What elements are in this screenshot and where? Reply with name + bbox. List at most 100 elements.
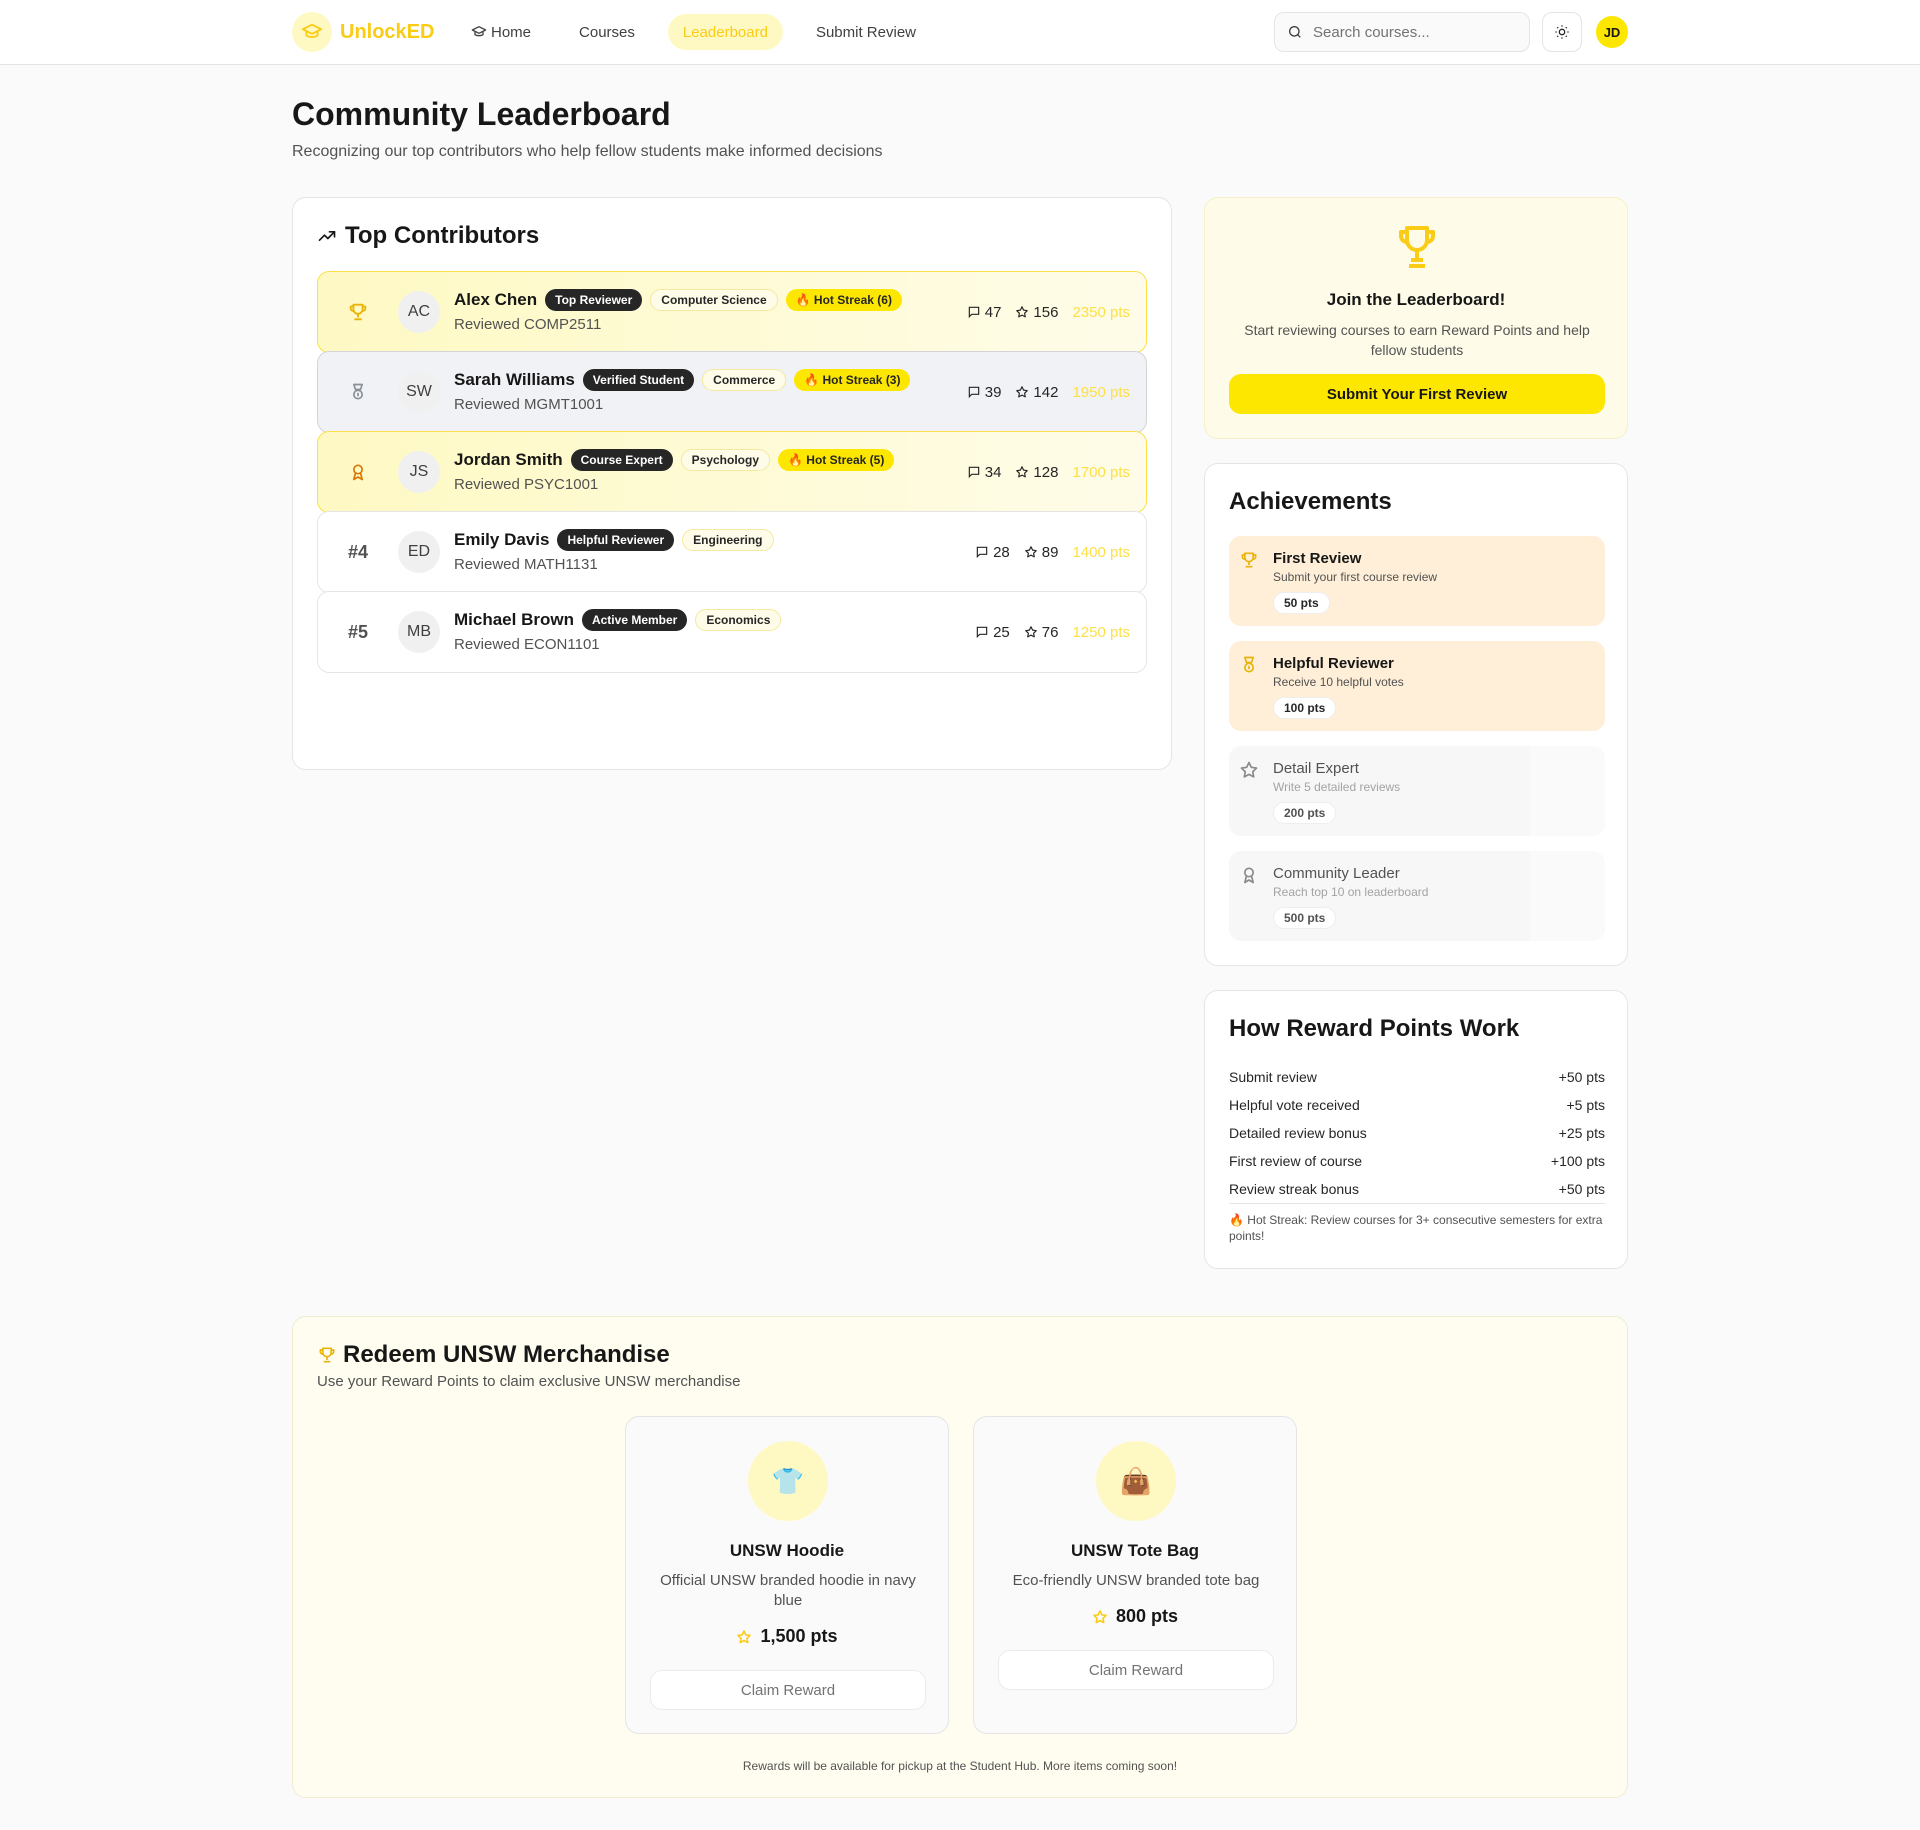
contributor-name: Jordan Smith: [454, 450, 563, 469]
product-description: Official UNSW branded hoodie in navy blu…: [660, 1572, 916, 1609]
comment-icon: [976, 626, 988, 639]
product-card: 👕 UNSW Hoodie Official UNSW branded hood…: [625, 1416, 949, 1734]
role-badge: Course Expert: [570, 449, 673, 471]
points-total: 2350 pts: [1072, 303, 1130, 321]
award-icon: [353, 464, 363, 481]
search-box: [1274, 12, 1530, 52]
theme-toggle-button[interactable]: [1542, 12, 1582, 52]
star-icon: [1024, 626, 1037, 638]
merchandise-title: Redeem UNSW Merchandise: [343, 1341, 670, 1368]
achievement-desc: Receive 10 helpful votes: [1273, 675, 1404, 689]
reviewed-course: Reviewed MGMT1001: [454, 396, 604, 413]
top-contributors-title: Top Contributors: [345, 222, 540, 249]
role-badge: Top Reviewer: [545, 289, 643, 311]
review-count: 47: [967, 304, 1001, 321]
hot-streak-badge: 🔥 Hot Streak (6): [785, 289, 902, 311]
rank-indicator: [318, 272, 398, 352]
faculty-badge: Commerce: [702, 369, 787, 391]
leaderboard-row[interactable]: #5 MB Michael Brown Active Member Econom…: [317, 591, 1147, 673]
faculty-badge: Engineering: [682, 529, 774, 551]
nav-leaderboard[interactable]: Leaderboard: [667, 14, 783, 50]
product-price: 1,500 pts: [626, 1626, 948, 1647]
top-contributors-heading: Top Contributors: [317, 222, 539, 250]
claim-reward-button[interactable]: Claim Reward: [650, 1670, 926, 1710]
star-icon: [1093, 1609, 1107, 1623]
helpful-votes: 89: [1024, 544, 1058, 561]
avatar: JS: [398, 451, 440, 493]
graduation-cap-icon: [471, 26, 487, 37]
achievement-points: 50 pts: [1273, 592, 1330, 614]
brand-name: UnlockED: [340, 20, 435, 43]
claim-reward-button[interactable]: Claim Reward: [998, 1650, 1274, 1690]
trophy-icon: [1393, 222, 1441, 279]
avatar: AC: [398, 291, 440, 333]
hot-streak-note: 🔥 Hot Streak: Review courses for 3+ cons…: [1229, 1213, 1603, 1243]
reviewed-course: Reviewed ECON1101: [454, 636, 600, 653]
leaderboard-row[interactable]: SW Sarah Williams Verified Student Comme…: [317, 351, 1147, 433]
medal-icon: [1244, 656, 1254, 673]
star-icon: [1240, 761, 1258, 778]
helpful-votes: 156: [1015, 304, 1058, 321]
trophy-icon: [349, 303, 367, 321]
faculty-badge: Psychology: [680, 449, 771, 471]
divider: [1229, 1203, 1605, 1204]
achievement-points: 500 pts: [1273, 907, 1337, 929]
reviewed-course: Reviewed COMP2511: [454, 316, 602, 333]
achievement-item: Helpful Reviewer Receive 10 helpful vote…: [1229, 641, 1605, 731]
achievement-name: Helpful Reviewer: [1273, 655, 1394, 672]
rank-number: #4: [347, 541, 369, 562]
contributor-name: Sarah Williams: [454, 370, 575, 389]
product-price: 800 pts: [974, 1606, 1296, 1627]
star-icon: [1024, 546, 1037, 558]
trophy-icon: [1241, 552, 1257, 568]
main-nav: Home Courses Leaderboard Submit Review: [456, 14, 949, 50]
reward-points-title: How Reward Points Work: [1229, 1015, 1520, 1042]
achievement-desc: Reach top 10 on leaderboard: [1273, 885, 1429, 899]
contributor-name: Alex Chen: [454, 290, 538, 309]
review-count: 28: [975, 544, 1010, 561]
comment-icon: [968, 386, 979, 399]
comment-icon: [968, 306, 979, 319]
join-leaderboard-card: Join the Leaderboard! Start reviewing co…: [1204, 197, 1628, 439]
product-card: 👜 UNSW Tote Bag Eco-friendly UNSW brande…: [973, 1416, 1297, 1734]
tshirt-icon: 👕: [748, 1441, 828, 1521]
nav-home[interactable]: Home: [456, 14, 546, 50]
avatar: SW: [398, 371, 440, 413]
avatar: ED: [398, 531, 440, 573]
reviewed-course: Reviewed MATH1131: [454, 556, 598, 573]
rank-indicator: [318, 352, 398, 432]
merchandise-card: Redeem UNSW Merchandise Use your Reward …: [292, 1316, 1628, 1798]
trophy-icon: [319, 1347, 335, 1363]
handbag-icon: 👜: [1096, 1441, 1176, 1521]
user-avatar[interactable]: JD: [1596, 16, 1628, 48]
trending-up-icon: [318, 231, 336, 241]
medal-icon: [353, 383, 363, 400]
review-count: 25: [975, 624, 1010, 641]
achievement-name: Community Leader: [1273, 865, 1400, 882]
points-total: 1950 pts: [1072, 383, 1130, 401]
page-title: Community Leaderboard: [292, 96, 671, 132]
reward-points-list: Submit review +50 pts Helpful vote receiv…: [1229, 1063, 1605, 1203]
reward-rule: Helpful vote received +5 pts: [1229, 1097, 1605, 1113]
submit-first-review-button[interactable]: Submit Your First Review: [1229, 374, 1605, 414]
hot-streak-badge: 🔥 Hot Streak (5): [778, 449, 895, 471]
achievements-title: Achievements: [1229, 488, 1392, 515]
points-total: 1400 pts: [1072, 543, 1130, 561]
helpful-votes: 128: [1015, 464, 1058, 481]
leaderboard-row[interactable]: AC Alex Chen Top Reviewer Computer Scien…: [317, 271, 1147, 353]
nav-submit-review[interactable]: Submit Review: [801, 14, 931, 50]
star-icon: [1016, 386, 1029, 398]
rank-number: #5: [347, 621, 369, 642]
brand-logo[interactable]: UnlockED: [292, 12, 434, 52]
page-subtitle: Recognizing our top contributors who hel…: [292, 143, 883, 160]
search-input[interactable]: [1313, 23, 1513, 41]
role-badge: Helpful Reviewer: [557, 529, 675, 551]
join-title: Join the Leaderboard!: [1326, 290, 1506, 309]
graduation-cap-icon: [292, 12, 332, 52]
leaderboard-row[interactable]: #4 ED Emily Davis Helpful Reviewer Engin…: [317, 511, 1147, 593]
achievement-item: Detail Expert Write 5 detailed reviews 2…: [1229, 746, 1605, 836]
merchandise-subtitle: Use your Reward Points to claim exclusiv…: [317, 1373, 741, 1390]
nav-courses[interactable]: Courses: [564, 14, 650, 50]
hot-streak-badge: 🔥 Hot Streak (3): [794, 369, 911, 391]
leaderboard-row[interactable]: JS Jordan Smith Course Expert Psychology…: [317, 431, 1147, 513]
